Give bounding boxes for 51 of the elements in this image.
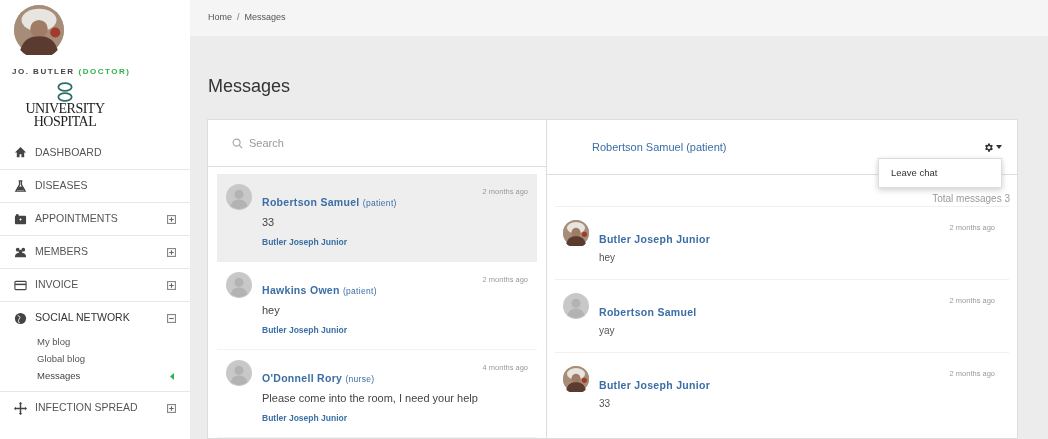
nav-item[interactable]: INFECTION SPREAD (0, 391, 190, 424)
page-title: Messages (208, 75, 292, 98)
message-text: yay (599, 323, 616, 338)
settings-button[interactable] (983, 141, 1002, 153)
breadcrumb-link[interactable]: Home (208, 11, 232, 25)
nav-item[interactable]: SOCIAL NETWORK (0, 301, 190, 334)
total-messages: Total messages 3 (932, 192, 1010, 206)
user-name: JO. BUTLER (12, 66, 75, 78)
message-preview: hey (262, 302, 281, 318)
menu-item[interactable]: Leave chat (879, 163, 1001, 184)
sender-name: Butler Joseph Junior (262, 236, 348, 249)
logo-icon (56, 82, 74, 102)
message-preview: Please come into the room, I need your help (262, 390, 479, 406)
author-name: Butler Joseph Junior (599, 232, 711, 247)
contact-name: O'Donnell Rory (nurse) (262, 371, 376, 386)
sender-name: Butler Joseph Junior (262, 324, 348, 337)
flask-icon (14, 179, 27, 193)
avatar-icon (226, 272, 252, 298)
contact-name: Robertson Samuel (patient) (262, 195, 398, 210)
message-preview: 33 (262, 214, 276, 230)
message-text: hey (599, 250, 617, 265)
submenu-item[interactable]: Global blog (37, 352, 86, 367)
move-arrows-icon (14, 401, 27, 415)
caret-icon (996, 145, 1002, 149)
settings-icon (983, 141, 994, 153)
home-icon (14, 146, 27, 159)
avatar-icon (226, 360, 252, 386)
author-name: Butler Joseph Junior (599, 378, 711, 393)
submenu-item[interactable]: My blog (37, 335, 71, 350)
avatar-icon (226, 184, 252, 210)
breadcrumb-separator: / (237, 11, 240, 25)
user-role: (DOCTOR) (78, 66, 131, 78)
nav-item[interactable]: MEMBERS (0, 235, 190, 268)
nav-item[interactable]: APPOINTMENTS (0, 202, 190, 235)
breadcrumb-link[interactable]: Messages (244, 11, 286, 25)
search-icon (232, 137, 243, 149)
briefcase-icon (14, 212, 27, 226)
search-field[interactable]: Search (249, 134, 409, 152)
credit-card-icon (14, 278, 27, 292)
message-text: 33 (599, 396, 612, 411)
author-name: Robertson Samuel (599, 305, 698, 320)
nav-item[interactable]: DISEASES (0, 169, 190, 202)
chat-title[interactable]: Robertson Samuel (patient) (592, 138, 727, 156)
nav-item[interactable]: DASHBOARD (0, 136, 190, 169)
sender-name: Butler Joseph Junior (262, 412, 348, 425)
contact-name: Hawkins Owen (patient) (262, 283, 378, 298)
logo-text: UNIVERSITY HOSPITAL (24, 102, 106, 128)
people-icon (14, 245, 27, 259)
submenu-item[interactable]: Messages (37, 369, 81, 384)
nav-item[interactable]: INVOICE (0, 268, 190, 301)
avatar-icon (563, 293, 589, 319)
